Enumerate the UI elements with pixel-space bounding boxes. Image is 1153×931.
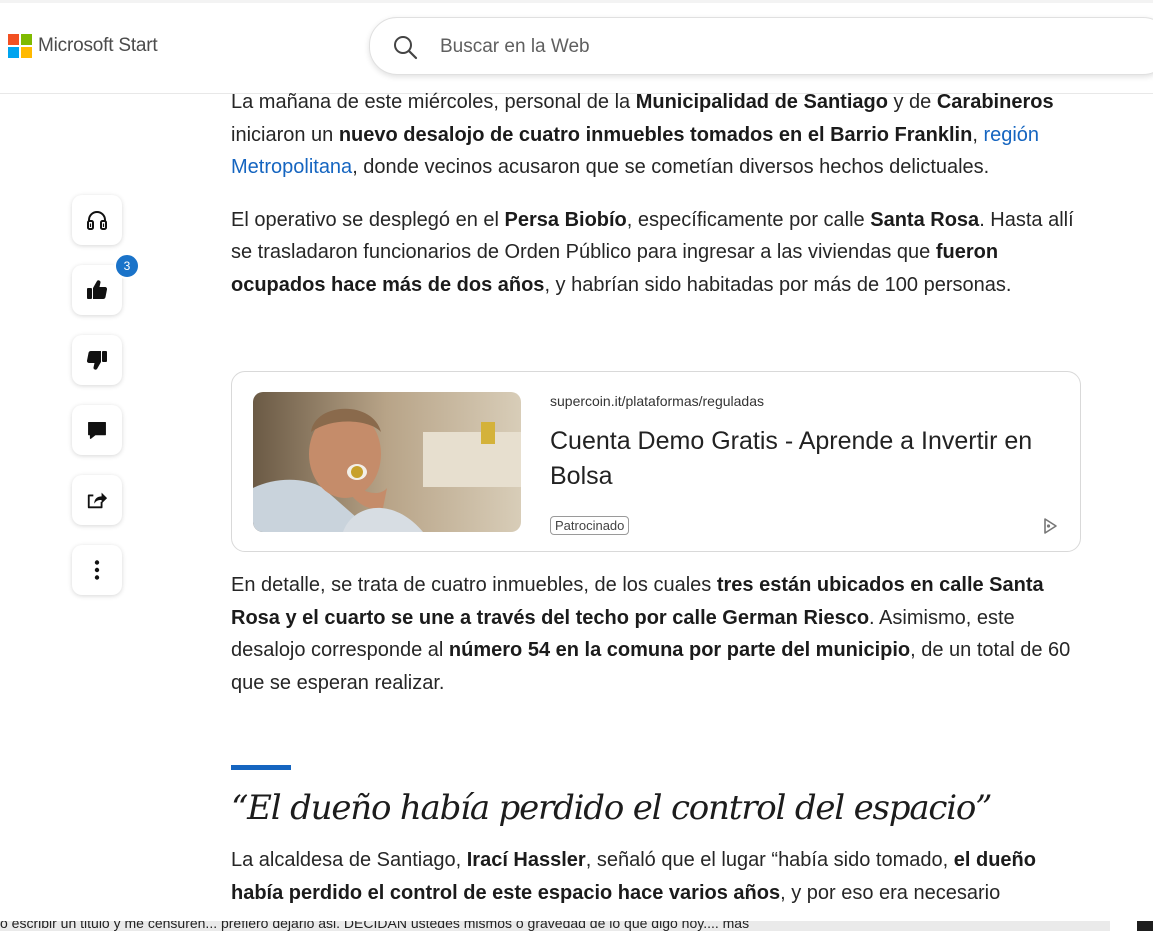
search-icon[interactable] xyxy=(392,34,418,60)
comment-button[interactable] xyxy=(72,405,122,455)
thumbs-down-icon xyxy=(86,350,107,370)
overlapping-tooltip-text: o escribir un titulo y me censuren... pr… xyxy=(0,921,1110,931)
dislike-button[interactable] xyxy=(72,335,122,385)
article-paragraph-3: En detalle, se trata de cuatro inmuebles… xyxy=(231,574,1071,694)
ad-title[interactable]: Cuenta Demo Gratis - Aprende a Invertir … xyxy=(550,424,1060,494)
window-corner-mark xyxy=(1137,921,1153,931)
section-heading: “El dueño había perdido el control del e… xyxy=(231,788,993,828)
section-accent-rule xyxy=(231,765,291,770)
article-paragraph-4: La alcaldesa de Santiago, Irací Hassler,… xyxy=(231,849,1036,904)
article-paragraph-1: La mañana de este miércoles, personal de… xyxy=(231,91,1054,178)
brand-name: Microsoft Start xyxy=(38,35,158,56)
headphones-icon xyxy=(87,211,107,230)
listen-button[interactable] xyxy=(72,195,122,245)
search-input[interactable] xyxy=(438,28,1042,66)
search-box[interactable] xyxy=(369,17,1153,75)
microsoft-logo-icon xyxy=(8,34,32,58)
more-vertical-icon xyxy=(94,560,100,580)
share-button[interactable] xyxy=(72,475,122,525)
like-count-badge: 3 xyxy=(114,253,140,279)
ad-image[interactable] xyxy=(253,392,521,532)
ad-domain[interactable]: supercoin.it/plataformas/reguladas xyxy=(550,393,764,409)
share-icon xyxy=(87,492,108,509)
brand-logo[interactable]: Microsoft Start xyxy=(8,34,158,58)
comment-icon xyxy=(88,421,106,439)
ad-choices-icon[interactable] xyxy=(1041,517,1059,535)
more-options-button[interactable] xyxy=(72,545,122,595)
top-bar: Microsoft Start xyxy=(0,3,1153,94)
thumbs-up-icon xyxy=(87,280,108,300)
like-button[interactable]: 3 xyxy=(72,253,140,315)
sponsored-ad-card[interactable]: supercoin.it/plataformas/reguladas Cuent… xyxy=(231,371,1081,552)
article-paragraph-2: El operativo se desplegó en el Persa Bio… xyxy=(231,208,1074,296)
sponsored-badge: Patrocinado xyxy=(550,516,630,535)
